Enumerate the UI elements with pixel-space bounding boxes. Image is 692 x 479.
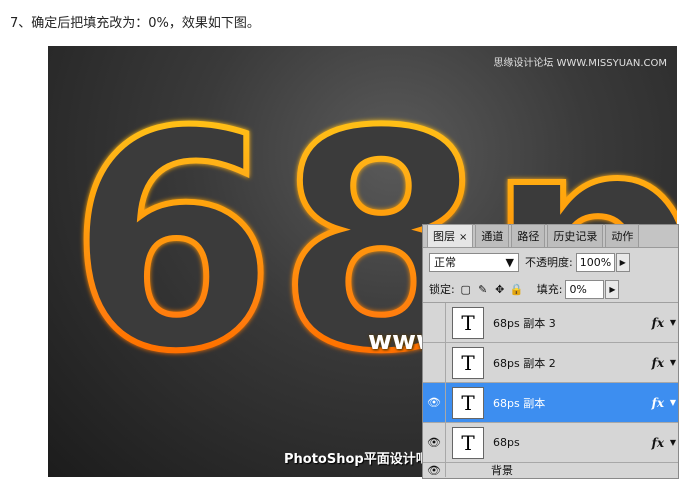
fill-field[interactable]: 0% xyxy=(565,279,605,299)
layer-name: 68ps 副本 2 xyxy=(493,356,556,370)
expand-arrow-icon[interactable]: ▼ xyxy=(670,318,676,327)
expand-arrow-icon[interactable]: ▼ xyxy=(670,438,676,447)
text-layer-thumbnail: T xyxy=(452,386,484,419)
lock-fill-row: 锁定: ▢ ✎ ✥ 🔒 填充: 0% ▶ xyxy=(423,276,678,303)
fill-label: 填充: xyxy=(536,283,563,296)
layer-row[interactable]: 👁 T 68ps fx ▼ xyxy=(423,423,678,463)
visibility-toggle[interactable] xyxy=(423,303,446,342)
text-layer-thumbnail: T xyxy=(452,426,484,459)
tab-layers-label: 图层 xyxy=(433,230,455,243)
eye-icon[interactable]: 👁 xyxy=(423,463,446,477)
lock-all-icon[interactable]: 🔒 xyxy=(510,283,524,296)
lock-paint-icon[interactable]: ✎ xyxy=(477,283,489,296)
layer-row[interactable]: T 68ps 副本 2 fx ▼ xyxy=(423,343,678,383)
tab-paths[interactable]: 路径 xyxy=(511,224,546,247)
lock-position-icon[interactable]: ✥ xyxy=(494,283,506,296)
fx-icon[interactable]: fx xyxy=(652,316,664,330)
opacity-arrow-icon[interactable]: ▶ xyxy=(615,252,630,272)
fill-arrow-icon[interactable]: ▶ xyxy=(605,279,620,299)
layer-name: 68ps xyxy=(493,436,520,449)
layer-name: 68ps 副本 xyxy=(493,396,546,410)
layer-name: 背景 xyxy=(491,464,513,477)
layer-row[interactable]: T 68ps 副本 3 fx ▼ xyxy=(423,303,678,343)
tab-channels[interactable]: 通道 xyxy=(475,224,510,247)
fx-icon[interactable]: fx xyxy=(652,356,664,370)
fx-icon[interactable]: fx xyxy=(652,396,664,410)
tab-actions[interactable]: 动作 xyxy=(605,224,640,247)
blend-opacity-row: 正常 ▼ 不透明度: 100% ▶ xyxy=(423,248,678,276)
eye-icon[interactable]: 👁 xyxy=(423,423,446,462)
opacity-field[interactable]: 100% xyxy=(575,252,615,272)
close-icon[interactable]: × xyxy=(459,232,467,243)
expand-arrow-icon[interactable]: ▼ xyxy=(670,358,676,367)
layers-panel: 图层 × 通道 路径 历史记录 动作 正常 ▼ 不透明度: 100% ▶ 锁定: … xyxy=(422,224,679,479)
visibility-toggle[interactable] xyxy=(423,343,446,382)
expand-arrow-icon[interactable]: ▼ xyxy=(670,398,676,407)
chevron-down-icon: ▼ xyxy=(505,255,514,269)
layer-row-selected[interactable]: 👁 T 68ps 副本 fx ▼ xyxy=(423,383,678,423)
panel-tabs: 图层 × 通道 路径 历史记录 动作 xyxy=(423,224,678,248)
layer-name: 68ps 副本 3 xyxy=(493,316,556,330)
eye-icon[interactable]: 👁 xyxy=(423,383,446,422)
text-layer-thumbnail: T xyxy=(452,306,484,339)
lock-transparency-icon[interactable]: ▢ xyxy=(460,283,472,296)
layer-row-background[interactable]: 👁 背景 xyxy=(423,463,678,477)
blend-mode-value: 正常 xyxy=(434,256,456,269)
tab-history[interactable]: 历史记录 xyxy=(547,224,604,247)
tab-layers[interactable]: 图层 × xyxy=(427,224,474,247)
forum-watermark: 思缘设计论坛 WWW.MISSYUAN.COM xyxy=(493,58,667,69)
opacity-label: 不透明度: xyxy=(525,256,573,269)
text-layer-thumbnail: T xyxy=(452,346,484,379)
blend-mode-select[interactable]: 正常 ▼ xyxy=(429,252,519,272)
lock-label: 锁定: xyxy=(429,283,455,296)
step-caption: 7、确定后把填充改为：0%，效果如下图。 xyxy=(10,16,260,31)
fx-icon[interactable]: fx xyxy=(652,436,664,450)
